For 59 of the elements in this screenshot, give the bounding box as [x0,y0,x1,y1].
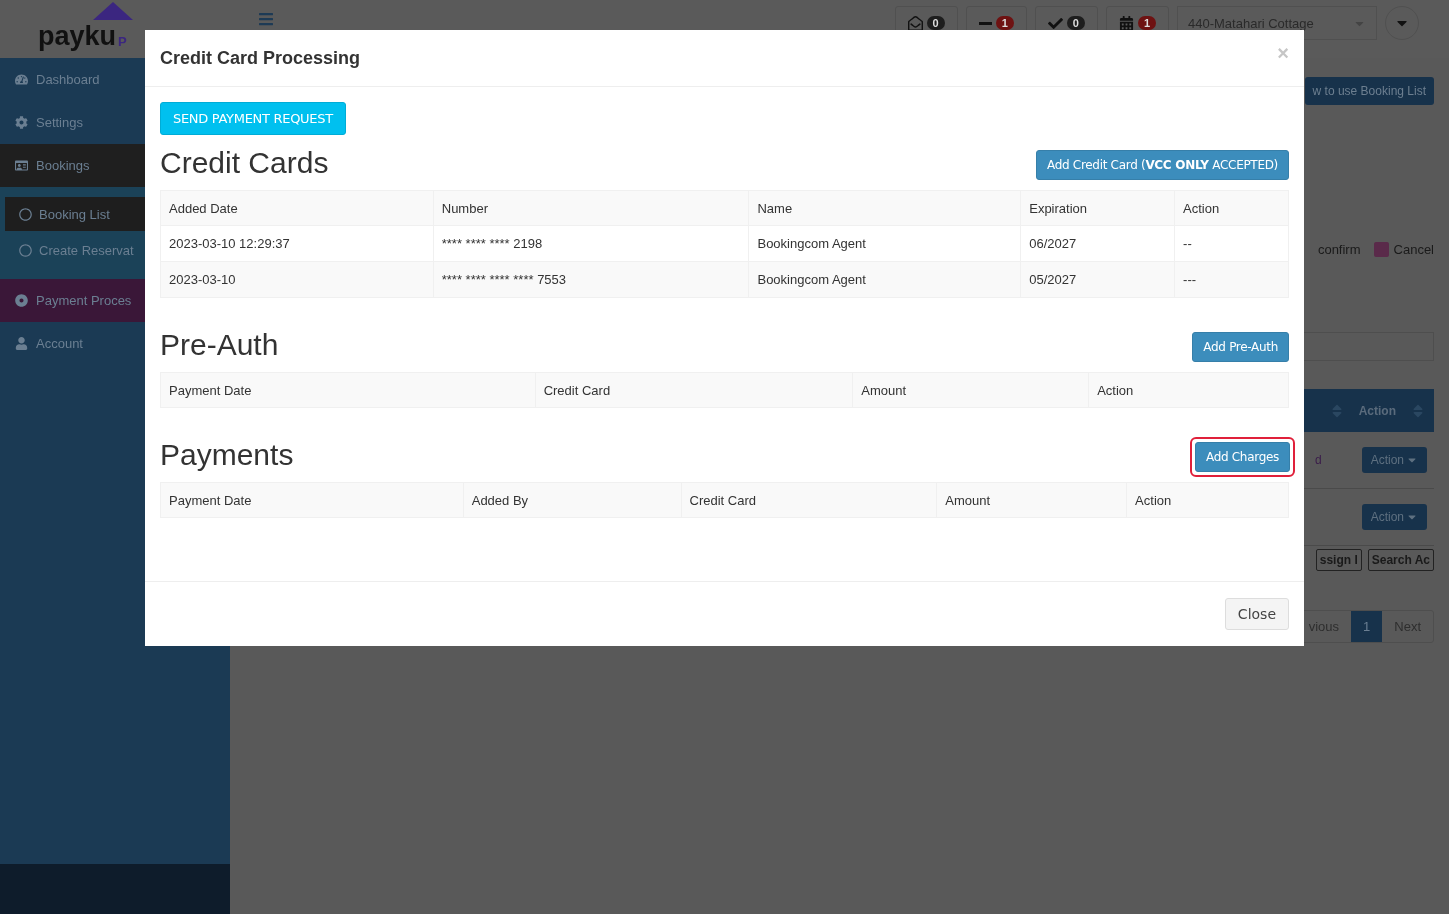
column-header: Credit Card [535,372,853,408]
column-header: Number [433,190,749,226]
minus-icon [978,21,992,25]
column-header: Payment Date [160,482,464,518]
column-header: Added By [463,482,681,518]
table-cell: 05/2027 [1020,261,1175,298]
logo-triangle-icon [93,2,133,20]
add-button[interactable]: Add Pre-Auth [1192,332,1289,362]
logo-text: payku [38,21,117,52]
table-cell: 2023-03-10 12:29:37 [160,225,434,262]
close-button[interactable]: × [1277,41,1289,65]
page-button[interactable]: 1 [1351,611,1383,642]
table-cell: Bookingcom Agent [748,225,1021,262]
table-cell: **** **** **** **** 7553 [433,261,749,298]
column-header: Amount [852,372,1089,408]
count-badge: 1 [995,16,1014,30]
column-header: Action [1174,190,1289,226]
action-button[interactable]: Action [1361,447,1427,473]
table-cell: 2023-03-10 [160,261,434,298]
count-badge: 0 [926,16,945,30]
legend-label: Cancel [1393,242,1434,257]
dashboard-icon [15,73,28,86]
calendar-icon [1118,15,1134,31]
envelope-icon [907,15,923,31]
add-button[interactable]: Add Credit Card (VCC ONLY ACCEPTED) [1035,150,1289,180]
legend-label: confirm [1317,242,1361,257]
column-header: Amount [936,482,1127,518]
count-badge: 1 [1137,16,1156,30]
count-badge: 0 [1066,16,1085,30]
table-cell: -- [1174,225,1289,262]
section-title: Payments [160,438,294,472]
card-icon [15,159,28,172]
status-text: d [1314,453,1322,467]
modal-title: Credit Card Processing [160,47,361,69]
column-header: Added Date [160,190,434,226]
table-cell: 06/2027 [1020,225,1175,262]
help-button[interactable]: w to use Booking List [1304,77,1434,105]
user-icon [15,337,28,350]
add-button[interactable]: Add Charges [1194,442,1290,472]
table-cell: --- [1174,261,1289,298]
table-cell: Bookingcom Agent [748,261,1021,298]
send-payment-request-button[interactable]: SEND PAYMENT REQUEST [160,102,346,135]
gear-icon [15,116,28,129]
column-header: Payment Date [160,372,536,408]
action-button[interactable]: Action [1361,504,1427,530]
target-icon [15,294,28,307]
column-header: Credit Card [681,482,937,518]
tool-button[interactable]: ssign I [1315,549,1362,571]
column-header: Expiration [1020,190,1175,226]
column-header: Action [1088,372,1289,408]
column-header: Action [1126,482,1289,518]
tool-button[interactable]: Search Ac [1367,549,1434,571]
column-header: Name [748,190,1021,226]
menu-icon[interactable] [258,11,274,27]
close-button[interactable]: Close [1224,598,1289,630]
section-title: Pre-Auth [160,328,279,362]
column-header: Action [1358,403,1396,418]
table-cell: **** **** **** 2198 [433,225,749,262]
check-icon [1047,15,1063,31]
